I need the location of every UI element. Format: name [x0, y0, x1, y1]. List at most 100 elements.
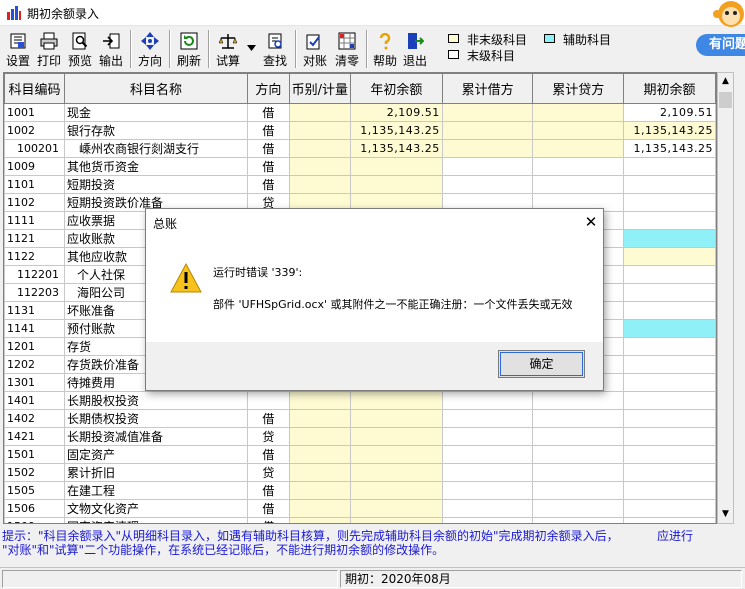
exit-button[interactable]: 退出 [401, 28, 429, 69]
cell-period-opening[interactable] [623, 157, 716, 176]
cell-period-opening[interactable] [623, 319, 716, 338]
cell-currency[interactable] [288, 157, 351, 176]
cell-period-opening[interactable] [623, 265, 716, 284]
cell-period-opening[interactable] [623, 499, 716, 518]
trial-balance-dropdown[interactable] [244, 28, 257, 69]
cell-period-opening[interactable] [623, 355, 716, 374]
print-button[interactable]: 打印 [35, 28, 63, 69]
cell-code[interactable]: 1505 [4, 481, 65, 500]
cell-cumulative-debit[interactable] [441, 517, 534, 523]
table-row[interactable]: 1509固定资产清理借 [4, 517, 716, 523]
cell-code[interactable]: 1421 [4, 427, 65, 446]
cell-year-opening[interactable] [349, 427, 443, 446]
cell-currency[interactable] [288, 499, 351, 518]
cell-currency[interactable] [288, 409, 351, 428]
cell-name[interactable]: 现金 [63, 103, 249, 122]
cell-period-opening[interactable]: 1,135,143.25 [623, 139, 716, 158]
cell-name[interactable]: 文物文化资产 [63, 499, 249, 518]
cell-code[interactable]: 1122 [4, 247, 65, 266]
cell-direction[interactable]: 贷 [247, 463, 290, 482]
cell-period-opening[interactable] [623, 481, 716, 500]
export-button[interactable]: 输出 [97, 28, 125, 69]
cell-period-opening[interactable]: 2,109.51 [623, 103, 716, 122]
cell-direction[interactable]: 借 [247, 499, 290, 518]
cell-period-opening[interactable] [623, 247, 716, 266]
scroll-up-arrow-icon[interactable]: ▲ [718, 73, 733, 90]
cell-direction[interactable]: 借 [247, 139, 290, 158]
cell-period-opening[interactable] [623, 373, 716, 392]
cell-period-opening[interactable] [623, 301, 716, 320]
cell-direction[interactable] [247, 391, 290, 410]
cell-code[interactable]: 112201 [4, 265, 65, 284]
cell-code[interactable]: 100201 [4, 139, 65, 158]
close-icon[interactable]: ✕ [580, 211, 602, 233]
cell-currency[interactable] [288, 463, 351, 482]
cell-year-opening[interactable] [349, 481, 443, 500]
cell-code[interactable]: 1501 [4, 445, 65, 464]
cell-year-opening[interactable] [349, 175, 443, 194]
cell-cumulative-debit[interactable] [441, 103, 534, 122]
table-row[interactable]: 1502 累计折旧贷 [4, 463, 716, 482]
cell-code[interactable]: 1141 [4, 319, 65, 338]
cell-currency[interactable] [288, 391, 351, 410]
vertical-scrollbar[interactable]: ▲ ▼ [717, 72, 734, 524]
cell-cumulative-credit[interactable] [532, 139, 625, 158]
cell-name[interactable]: 银行存款 [63, 121, 249, 140]
cell-period-opening[interactable] [623, 193, 716, 212]
table-row[interactable]: 1421 长期投资减值准备贷 [4, 427, 716, 446]
cell-code[interactable]: 1001 [4, 103, 65, 122]
header-name[interactable]: 科目名称 [63, 73, 249, 104]
cell-cumulative-debit[interactable] [441, 391, 534, 410]
cell-cumulative-credit[interactable] [532, 463, 625, 482]
cell-code[interactable]: 1101 [4, 175, 65, 194]
cell-cumulative-debit[interactable] [441, 499, 534, 518]
cell-code[interactable]: 1111 [4, 211, 65, 230]
cell-cumulative-credit[interactable] [532, 175, 625, 194]
trial-balance-button[interactable]: 试算 [213, 28, 243, 69]
cell-name[interactable]: 在建工程 [63, 481, 249, 500]
cell-name[interactable]: 固定资产清理 [63, 517, 249, 523]
cell-period-opening[interactable] [623, 229, 716, 248]
cell-name[interactable]: 长期股权投资 [63, 391, 249, 410]
cell-code[interactable]: 1402 [4, 409, 65, 428]
direction-button[interactable]: 方向 [135, 28, 165, 69]
header-cumulative-credit[interactable]: 累计贷方 [532, 73, 625, 104]
cell-code[interactable]: 1509 [4, 517, 65, 523]
cell-currency[interactable] [288, 103, 351, 122]
cell-period-opening[interactable]: 1,135,143.25 [623, 121, 716, 140]
cell-currency[interactable] [288, 517, 351, 523]
cell-cumulative-debit[interactable] [441, 481, 534, 500]
scroll-down-arrow-icon[interactable]: ▼ [718, 506, 733, 523]
cell-currency[interactable] [288, 139, 351, 158]
cell-name[interactable]: 长期投资减值准备 [63, 427, 249, 446]
cell-period-opening[interactable] [623, 283, 716, 302]
find-button[interactable]: 查找 [260, 28, 290, 69]
cell-code[interactable]: 1009 [4, 157, 65, 176]
cell-year-opening[interactable]: 2,109.51 [349, 103, 443, 122]
cell-code[interactable]: 1506 [4, 499, 65, 518]
cell-period-opening[interactable] [623, 427, 716, 446]
table-row[interactable]: 100201 嵊州农商银行剡湖支行借 1,135,143.25 1,135,143.2… [4, 139, 716, 158]
cell-direction[interactable]: 借 [247, 481, 290, 500]
cell-period-opening[interactable] [623, 175, 716, 194]
cell-year-opening[interactable] [349, 517, 443, 523]
cell-name[interactable]: 短期投资 [63, 175, 249, 194]
cell-cumulative-credit[interactable] [532, 481, 625, 500]
cell-direction[interactable]: 借 [247, 445, 290, 464]
cell-cumulative-credit[interactable] [532, 157, 625, 176]
cell-name[interactable]: 长期债权投资 [63, 409, 249, 428]
cell-code[interactable]: 1201 [4, 337, 65, 356]
cell-code[interactable]: 1131 [4, 301, 65, 320]
cell-year-opening[interactable] [349, 445, 443, 464]
cell-direction[interactable]: 借 [247, 121, 290, 140]
cell-currency[interactable] [288, 121, 351, 140]
cell-direction[interactable]: 借 [247, 517, 290, 523]
table-row[interactable]: 1402 长期债权投资借 [4, 409, 716, 428]
cell-year-opening[interactable] [349, 463, 443, 482]
cell-code[interactable]: 1102 [4, 193, 65, 212]
table-row[interactable]: 1009 其他货币资金借 [4, 157, 716, 176]
cell-cumulative-debit[interactable] [441, 445, 534, 464]
cell-direction[interactable]: 贷 [247, 427, 290, 446]
table-row[interactable]: 1101 短期投资借 [4, 175, 716, 194]
table-row[interactable]: 1501 固定资产借 [4, 445, 716, 464]
